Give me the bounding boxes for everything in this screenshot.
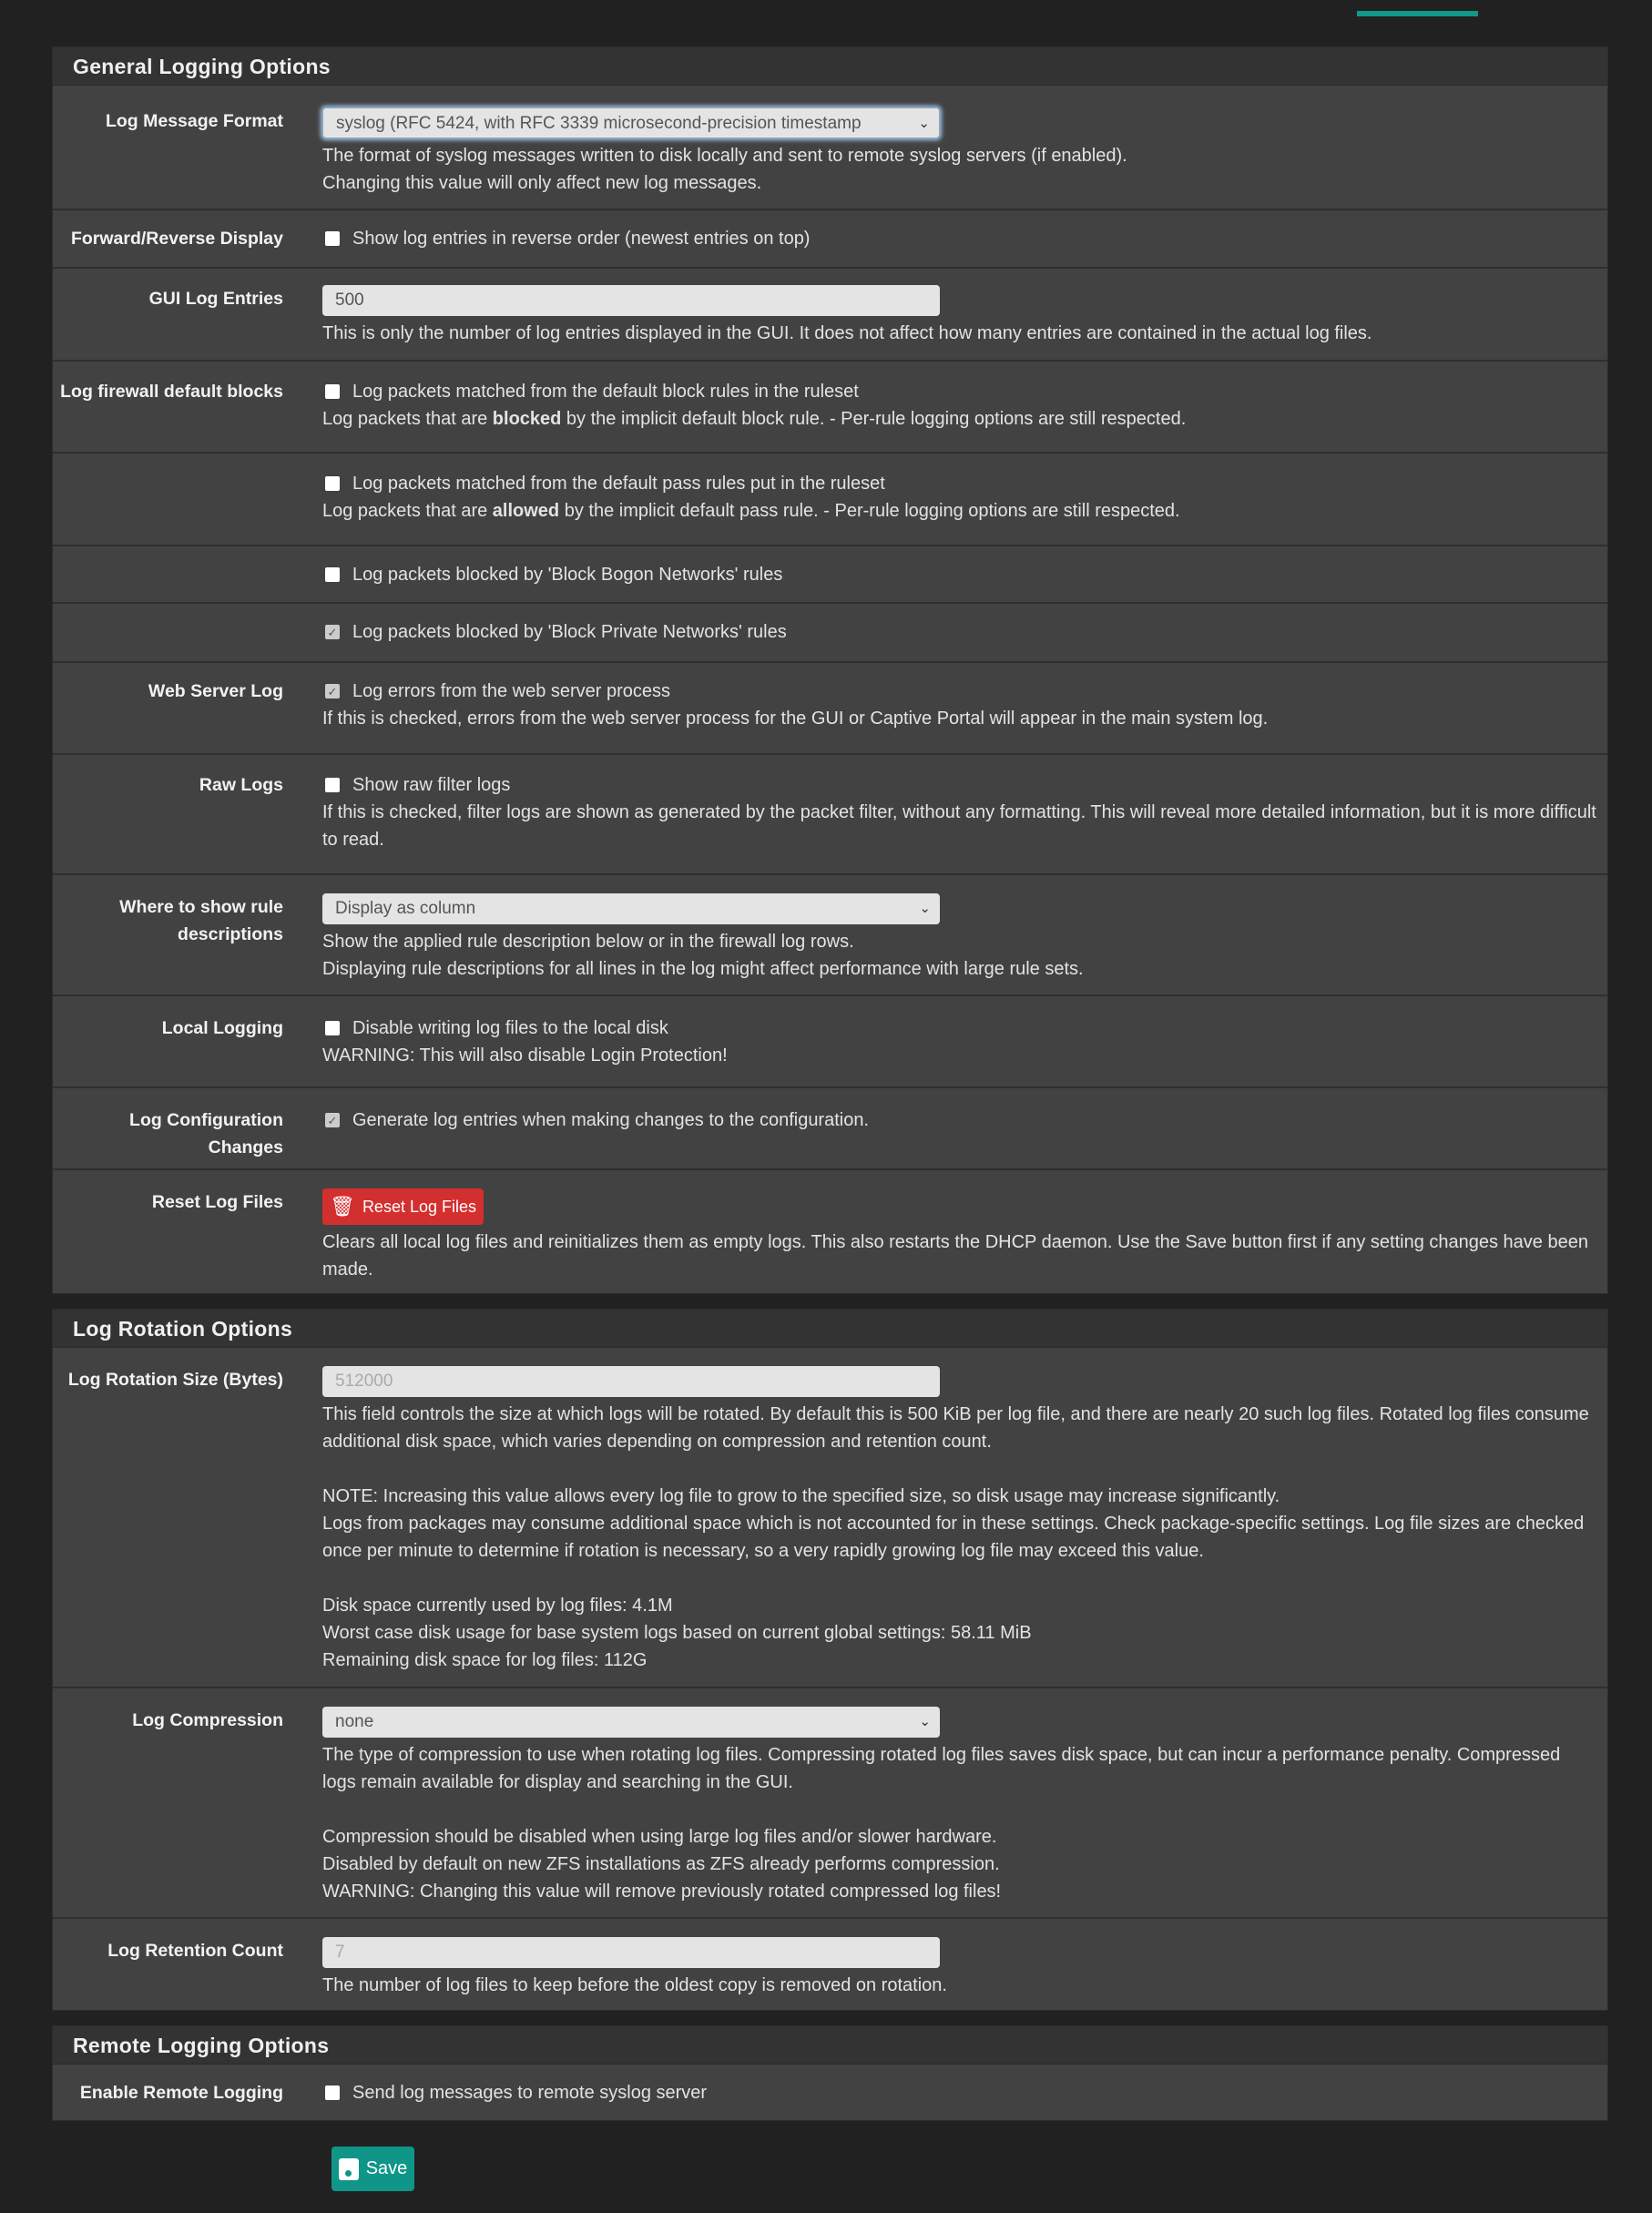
save-button[interactable]: Save [331,2147,414,2191]
chevron-down-icon: ⌄ [918,116,930,131]
checkbox-label: Log errors from the web server process [352,681,671,701]
config-changes-checkbox[interactable]: ✓ [325,1113,340,1127]
select-value: syslog (RFC 5424, with RFC 3339 microsec… [336,114,862,133]
compression-select[interactable]: none ⌄ [322,1707,940,1738]
help-text: This is only the number of log entries d… [322,323,1372,343]
row-reverse: Forward/Reverse Display Show log entries… [53,209,1607,267]
row-config: Log Configuration Changes ✓ Generate log … [53,1086,1607,1168]
active-tab-indicator [1357,11,1478,16]
rule-description-select[interactable]: Display as column ⌄ [322,893,940,924]
checkbox-label: Log packets matched from the default pas… [352,474,885,494]
select-value: Display as column [335,899,476,918]
row-rule-desc: Where to show rule descriptions Display … [53,873,1607,994]
help-text: If this is checked, filter logs are show… [322,802,1596,850]
help-text: Log packets that are allowed by the impl… [322,501,1180,521]
floppy-disk-icon [338,2157,359,2180]
row-rotation-size: Log Rotation Size (Bytes) 512000 This fi… [53,1348,1607,1687]
label: GUI Log Entries [148,289,283,309]
checkbox-label: Send log messages to remote syslog serve… [352,2083,708,2103]
reverse-checkbox[interactable] [325,231,340,246]
worst-case-text: Worst case disk usage for base system lo… [322,1623,1032,1643]
help-text: WARNING: This will also disable Login Pr… [322,1045,728,1066]
row-fw-pass: Log packets matched from the default pas… [53,452,1607,545]
help-text: WARNING: Changing this value will remove… [322,1882,1002,1902]
select-value: none [335,1712,374,1731]
retention-count-input[interactable]: 7 [322,1937,940,1968]
row-bogon: Log packets blocked by 'Block Bogon Netw… [53,545,1607,602]
chevron-down-icon: ⌄ [919,1714,931,1729]
help-text: Clears all local log files and reinitial… [322,1232,1588,1280]
help-text: Logs from packages may consume additiona… [322,1514,1585,1561]
row-gui-entries: GUI Log Entries 500 This is only the numb… [53,267,1607,360]
checkbox-label: Log packets matched from the default blo… [352,382,859,402]
bogon-checkbox[interactable] [325,567,340,582]
label: Enable Remote Logging [79,2083,283,2103]
label: Log Rotation Size (Bytes) [67,1370,283,1390]
row-private: ✓ Log packets blocked by 'Block Private N… [53,602,1607,661]
label: Raw Logs [199,775,283,795]
disk-used-text: Disk space currently used by log files: … [322,1596,673,1616]
label: Log Retention Count [107,1941,283,1961]
fw-pass-checkbox[interactable] [325,476,340,491]
row-remote-enable: Enable Remote Logging Send log messages … [53,2065,1607,2106]
chevron-down-icon: ⌄ [919,901,931,916]
panel-title: Remote Logging Options [53,2026,1607,2065]
reset-log-files-button[interactable]: 🗑 Reset Log Files [322,1188,484,1225]
label: Local Logging [161,1018,283,1038]
button-label: Reset Log Files [362,1198,476,1216]
gui-log-entries-input[interactable]: 500 [322,285,940,316]
help-text: The format of syslog messages written to… [322,146,1127,166]
row-compression: Log Compression none ⌄ The type of compre… [53,1687,1607,1917]
rotation-size-input[interactable]: 512000 [322,1366,940,1397]
help-text: Show the applied rule description below … [322,932,854,952]
trash-icon: 🗑 [330,1195,355,1218]
local-logging-checkbox[interactable] [325,1021,340,1035]
help-text: Compression should be disabled when usin… [322,1827,997,1847]
checkbox-label: Generate log entries when making changes… [352,1110,870,1130]
label: Where to show rule descriptions [119,897,283,944]
label: Web Server Log [148,681,283,701]
help-text: If this is checked, errors from the web … [322,709,1269,729]
button-label: Save [365,2158,408,2178]
help-text: NOTE: Increasing this value allows every… [322,1486,1280,1506]
log-rotation-panel: Log Rotation Options Log Rotation Size (… [52,1309,1608,2011]
label: Log Message Format [105,111,283,131]
row-fw-blocks: Log firewall default blocks Log packets … [53,360,1607,452]
remote-logging-panel: Remote Logging Options Enable Remote Log… [52,2025,1608,2121]
label: Log firewall default blocks [60,382,283,402]
panel-title: Log Rotation Options [53,1310,1607,1348]
help-text: Displaying rule descriptions for all lin… [322,959,1084,979]
label: Log Configuration Changes [129,1110,283,1157]
label: Reset Log Files [151,1192,283,1212]
checkbox-label: Log packets blocked by 'Block Private Ne… [352,622,787,642]
checkbox-label: Show raw filter logs [352,775,511,795]
webserver-checkbox[interactable]: ✓ [325,684,340,699]
fw-blocks-checkbox[interactable] [325,384,340,399]
panel-title: General Logging Options [53,47,1607,86]
row-reset: Reset Log Files 🗑 Reset Log Files Clears … [53,1168,1607,1283]
private-checkbox[interactable]: ✓ [325,625,340,639]
log-message-format-select[interactable]: syslog (RFC 5424, with RFC 3339 microsec… [322,107,940,138]
checkbox-label: Show log entries in reverse order (newes… [352,229,811,249]
label: Forward/Reverse Display [70,229,283,249]
checkbox-label: Log packets blocked by 'Block Bogon Netw… [352,565,783,585]
row-log-message-format: Log Message Format syslog (RFC 5424, wit… [53,86,1607,209]
help-text: This field controls the size at which lo… [322,1404,1589,1452]
label: Log Compression [132,1710,283,1730]
general-logging-panel: General Logging Options Log Message Form… [52,46,1608,1294]
help-text: The number of log files to keep before t… [322,1975,947,1995]
raw-logs-checkbox[interactable] [325,778,340,792]
help-text: Log packets that are blocked by the impl… [322,409,1187,429]
help-text: The type of compression to use when rota… [322,1745,1561,1792]
row-retention: Log Retention Count 7 The number of log f… [53,1917,1607,1999]
help-text: Changing this value will only affect new… [322,173,762,193]
remaining-space-text: Remaining disk space for log files: 112G [322,1650,648,1670]
row-local: Local Logging Disable writing log files … [53,994,1607,1086]
checkbox-label: Disable writing log files to the local d… [352,1018,668,1038]
row-webserver: Web Server Log ✓ Log errors from the web … [53,661,1607,753]
help-text: Disabled by default on new ZFS installat… [322,1854,1000,1874]
row-raw: Raw Logs Show raw filter logs If this is … [53,753,1607,873]
remote-logging-checkbox[interactable] [325,2086,340,2100]
